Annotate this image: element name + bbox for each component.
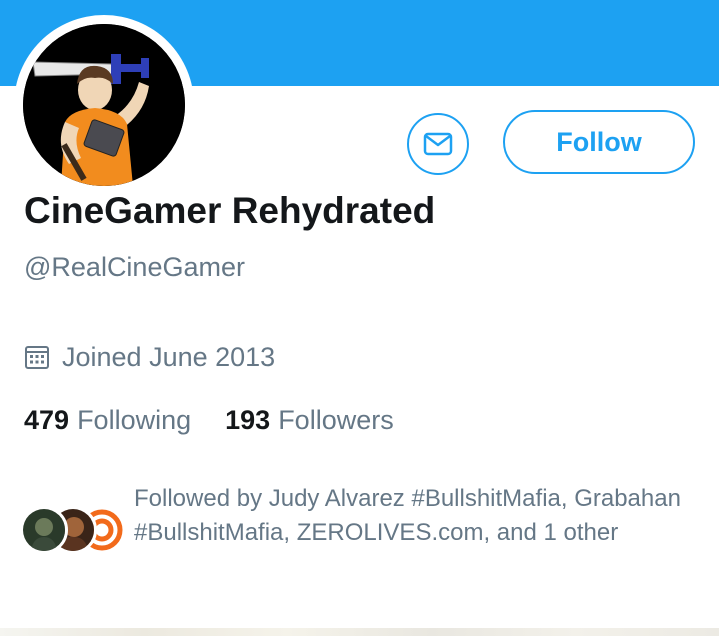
following-count: 479: [24, 404, 70, 435]
follower-avatar-image: [23, 509, 65, 551]
following-link[interactable]: 479 Following: [24, 405, 191, 436]
avatar-image: [23, 24, 185, 186]
avatar-illustration: [23, 24, 185, 186]
followers-count: 193: [225, 404, 271, 435]
user-handle: @RealCineGamer: [24, 252, 245, 282]
next-section-edge: [0, 628, 719, 636]
followed-by-text[interactable]: Followed by Judy Alvarez #BullshitMafia,…: [134, 482, 704, 550]
display-name: CineGamer Rehydrated: [24, 190, 436, 231]
avatar[interactable]: [14, 15, 194, 195]
followers-link[interactable]: 193 Followers: [225, 405, 394, 436]
joined-text: Joined June 2013: [62, 341, 276, 372]
profile-stats: 479 Following 193 Followers: [24, 402, 394, 438]
joined-date: Joined June 2013: [24, 339, 275, 375]
envelope-icon: [423, 132, 453, 156]
following-label: Following: [77, 404, 192, 435]
followers-label: Followers: [278, 404, 394, 435]
calendar-icon: [25, 346, 49, 369]
message-button[interactable]: [407, 113, 469, 175]
follower-avatar[interactable]: [20, 506, 68, 554]
follow-button[interactable]: Follow: [503, 110, 695, 174]
